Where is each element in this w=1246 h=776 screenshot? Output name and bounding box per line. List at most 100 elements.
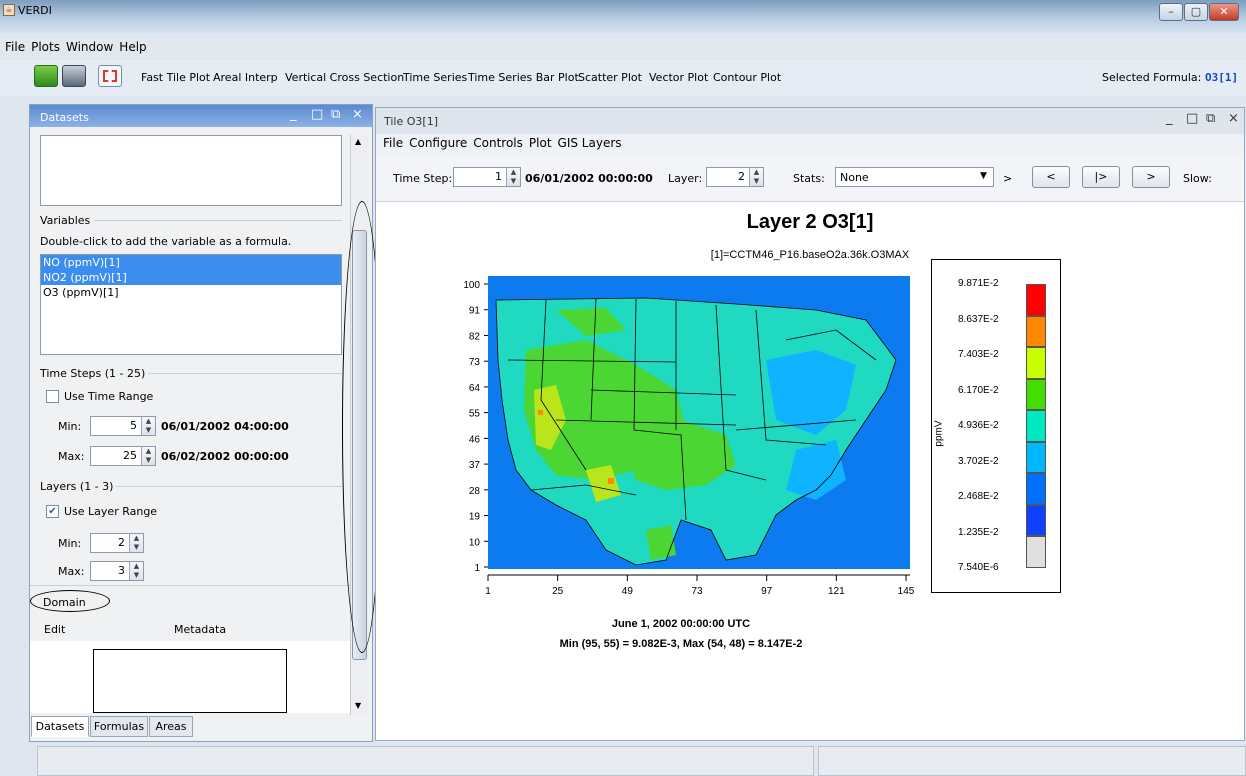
spinner-arrows-icon[interactable]: ▲ ▼ — [129, 562, 143, 580]
color-legend: 9.871E-2 8.637E-2 7.403E-2 6.170E-2 4.936E-2… — [931, 259, 1061, 593]
tab-datasets[interactable]: Datasets — [31, 716, 89, 737]
y-tick-label: 28 — [469, 486, 481, 497]
tool-time-series-bar-plot[interactable]: Time Series Bar Plot — [468, 71, 579, 84]
time-step-spinner[interactable]: 1 ▲ ▼ — [453, 167, 521, 187]
time-step-value: 1 — [495, 170, 502, 183]
legend-value-label: 2.468E-2 — [958, 491, 999, 502]
list-item[interactable]: O3 (ppmV)[1] — [41, 285, 341, 300]
use-time-range-label: Use Time Range — [64, 390, 154, 403]
main-toolbar: Fast Tile Plot Areal Interp Vertical Cro… — [0, 60, 1246, 96]
legend-color-swatch — [1026, 441, 1046, 474]
plot-footer-minmax: Min (95, 55) = 9.082E-3, Max (54, 48) = … — [559, 638, 803, 650]
close-icon[interactable]: × — [1228, 111, 1239, 126]
tab-areas[interactable]: Areas — [149, 716, 193, 737]
y-tick-label: 37 — [469, 460, 481, 471]
time-min-label: Min: — [58, 420, 82, 433]
scroll-up-icon[interactable]: ▲ — [355, 137, 361, 146]
minimize-icon[interactable]: – — [1159, 3, 1183, 21]
variables-list[interactable]: NO (ppmV)[1] NO2 (ppmV)[1] O3 (ppmV)[1] — [40, 254, 342, 355]
tile-menu-configure[interactable]: Configure — [406, 134, 470, 150]
x-tick-label: 121 — [828, 586, 845, 597]
open-folder-icon[interactable] — [34, 65, 58, 87]
scroll-down-icon[interactable]: ▼ — [355, 701, 361, 710]
domain-box[interactable] — [93, 649, 287, 713]
tile-menu-controls[interactable]: Controls — [470, 134, 526, 150]
spinner-arrows-icon[interactable]: ▲ ▼ — [506, 168, 520, 186]
time-max-spinner[interactable]: 25 ▲ ▼ — [90, 446, 156, 466]
tile-menu-plot[interactable]: Plot — [526, 134, 555, 150]
time-min-value: 5 — [130, 419, 137, 432]
tool-scatter-plot[interactable]: Scatter Plot — [578, 71, 642, 84]
legend-color-swatch — [1026, 315, 1046, 348]
close-icon[interactable]: ✕ — [1209, 3, 1239, 21]
play-button[interactable]: |> — [1082, 166, 1120, 188]
list-item[interactable]: NO (ppmV)[1] — [41, 255, 341, 270]
window-title-bar: ☕ VERDI – ▢ ✕ — [0, 0, 1246, 34]
window-title: VERDI — [18, 4, 52, 17]
next-step-button[interactable]: > — [1132, 166, 1170, 188]
tile-map-plot[interactable]: 100 91 82 73 64 55 46 37 28 19 10 1 1 25 49 73 97 121 145 — [436, 270, 926, 600]
main-menu-bar: File Plots Window Help — [0, 38, 1246, 58]
layer-min-label: Min: — [58, 537, 82, 550]
tool-fast-tile-plot[interactable]: Fast Tile Plot — [141, 71, 210, 84]
tab-formulas[interactable]: Formulas — [90, 716, 148, 737]
float-icon[interactable]: ⧉ — [331, 107, 340, 122]
previous-step-button[interactable]: < — [1032, 166, 1070, 188]
stats-select[interactable]: None ▼ — [835, 167, 994, 187]
legend-value-label: 7.403E-2 — [958, 349, 999, 360]
spinner-arrows-icon[interactable]: ▲ ▼ — [141, 447, 155, 465]
x-tick-label: 73 — [691, 586, 703, 597]
list-item[interactable]: NO2 (ppmV)[1] — [41, 270, 341, 285]
minimize-icon[interactable]: _ — [1166, 111, 1173, 126]
dataset-list[interactable] — [40, 135, 342, 206]
restore-icon[interactable]: □ — [311, 107, 323, 122]
tile-menu-bar: File Configure Controls Plot GIS Layers — [376, 134, 1244, 154]
use-layer-range-checkbox[interactable]: ✔ — [46, 505, 59, 518]
spinner-arrows-icon[interactable]: ▲ ▼ — [749, 168, 763, 186]
metadata-label: Metadata — [174, 623, 227, 636]
layer-spinner[interactable]: 2 ▲ ▼ — [706, 167, 764, 187]
layer-min-spinner[interactable]: 2 ▲ ▼ — [90, 533, 144, 553]
legend-value-label: 8.637E-2 — [958, 313, 999, 325]
selection-area-icon[interactable] — [98, 65, 122, 87]
y-tick-label: 19 — [469, 512, 481, 523]
layer-max-value: 3 — [118, 564, 125, 577]
datasets-panel: Datasets _ □ ⧉ × Variables Double-click … — [29, 104, 382, 742]
menu-window[interactable]: Window — [63, 38, 116, 54]
stats-select-value: None — [840, 171, 869, 184]
restore-icon[interactable]: □ — [1186, 111, 1198, 126]
stats-label: Stats: — [793, 172, 825, 185]
tile-menu-file[interactable]: File — [380, 134, 406, 150]
float-icon[interactable]: ⧉ — [1206, 111, 1215, 126]
tool-vector-plot[interactable]: Vector Plot — [649, 71, 708, 84]
minimize-icon[interactable]: _ — [290, 107, 297, 122]
tool-contour-plot[interactable]: Contour Plot — [713, 71, 781, 84]
tool-areal-interp[interactable]: Areal Interp — [213, 71, 278, 84]
menu-file[interactable]: File — [2, 38, 28, 54]
legend-color-bar — [1026, 284, 1046, 568]
time-step-date: 06/01/2002 00:00:00 — [525, 172, 653, 185]
close-icon[interactable]: × — [352, 107, 363, 122]
tool-time-series[interactable]: Time Series — [403, 71, 467, 84]
spinner-arrows-icon[interactable]: ▲ ▼ — [129, 534, 143, 552]
maximize-icon[interactable]: ▢ — [1184, 3, 1208, 21]
layer-max-spinner[interactable]: 3 ▲ ▼ — [90, 561, 144, 581]
layers-heading: Layers (1 - 3) — [40, 480, 114, 493]
plot-footer-date: June 1, 2002 00:00:00 UTC — [611, 618, 751, 630]
tile-menu-gis-layers[interactable]: GIS Layers — [555, 134, 625, 150]
y-axis: 100 91 82 73 64 55 46 37 28 19 10 1 — [463, 280, 488, 574]
y-tick-label: 55 — [469, 409, 481, 420]
time-min-spinner[interactable]: 5 ▲ ▼ — [90, 416, 156, 436]
layer-max-label: Max: — [58, 565, 85, 578]
use-time-range-checkbox[interactable] — [46, 390, 59, 403]
menu-plots[interactable]: Plots — [28, 38, 63, 54]
edit-label[interactable]: Edit — [44, 623, 65, 636]
menu-help[interactable]: Help — [116, 38, 149, 54]
tool-vertical-cross-section[interactable]: Vertical Cross Section — [285, 71, 404, 84]
use-layer-range-label: Use Layer Range — [64, 505, 158, 518]
save-disk-icon[interactable] — [62, 65, 86, 87]
selected-formula-label: Selected Formula: — [1102, 71, 1202, 84]
spinner-arrows-icon[interactable]: ▲ ▼ — [141, 417, 155, 435]
status-bar-left — [37, 746, 814, 776]
y-tick-label: 46 — [469, 434, 481, 445]
